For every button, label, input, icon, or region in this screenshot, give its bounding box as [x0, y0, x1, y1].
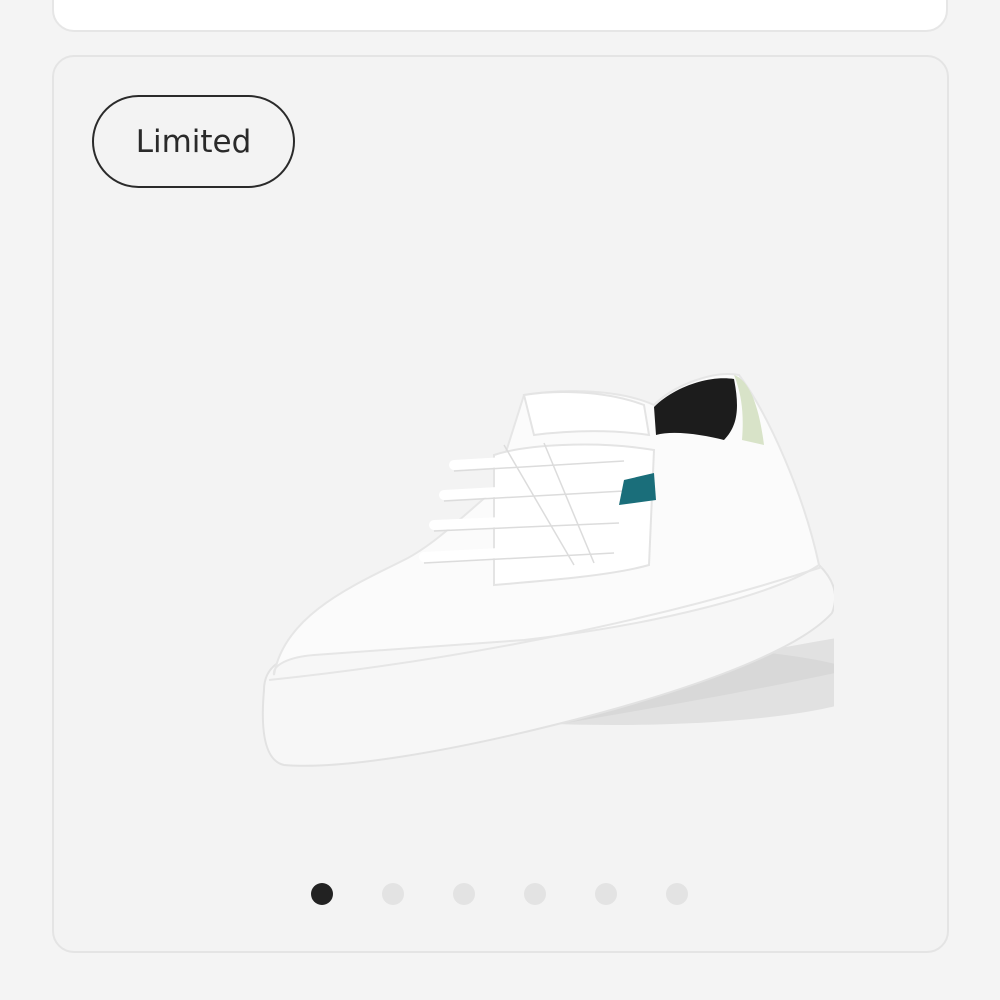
product-image-card[interactable]: Limited [52, 55, 949, 953]
previous-card [52, 0, 948, 32]
carousel-dot-3[interactable] [453, 883, 475, 905]
carousel-dot-6[interactable] [666, 883, 688, 905]
carousel-dot-2[interactable] [382, 883, 404, 905]
carousel-dot-5[interactable] [595, 883, 617, 905]
carousel-dot-4[interactable] [524, 883, 546, 905]
carousel-dot-1[interactable] [311, 883, 333, 905]
badge-label: Limited [135, 123, 252, 160]
carousel-pagination [54, 883, 947, 907]
limited-badge: Limited [92, 95, 295, 188]
sneaker-product-image[interactable] [194, 295, 834, 775]
